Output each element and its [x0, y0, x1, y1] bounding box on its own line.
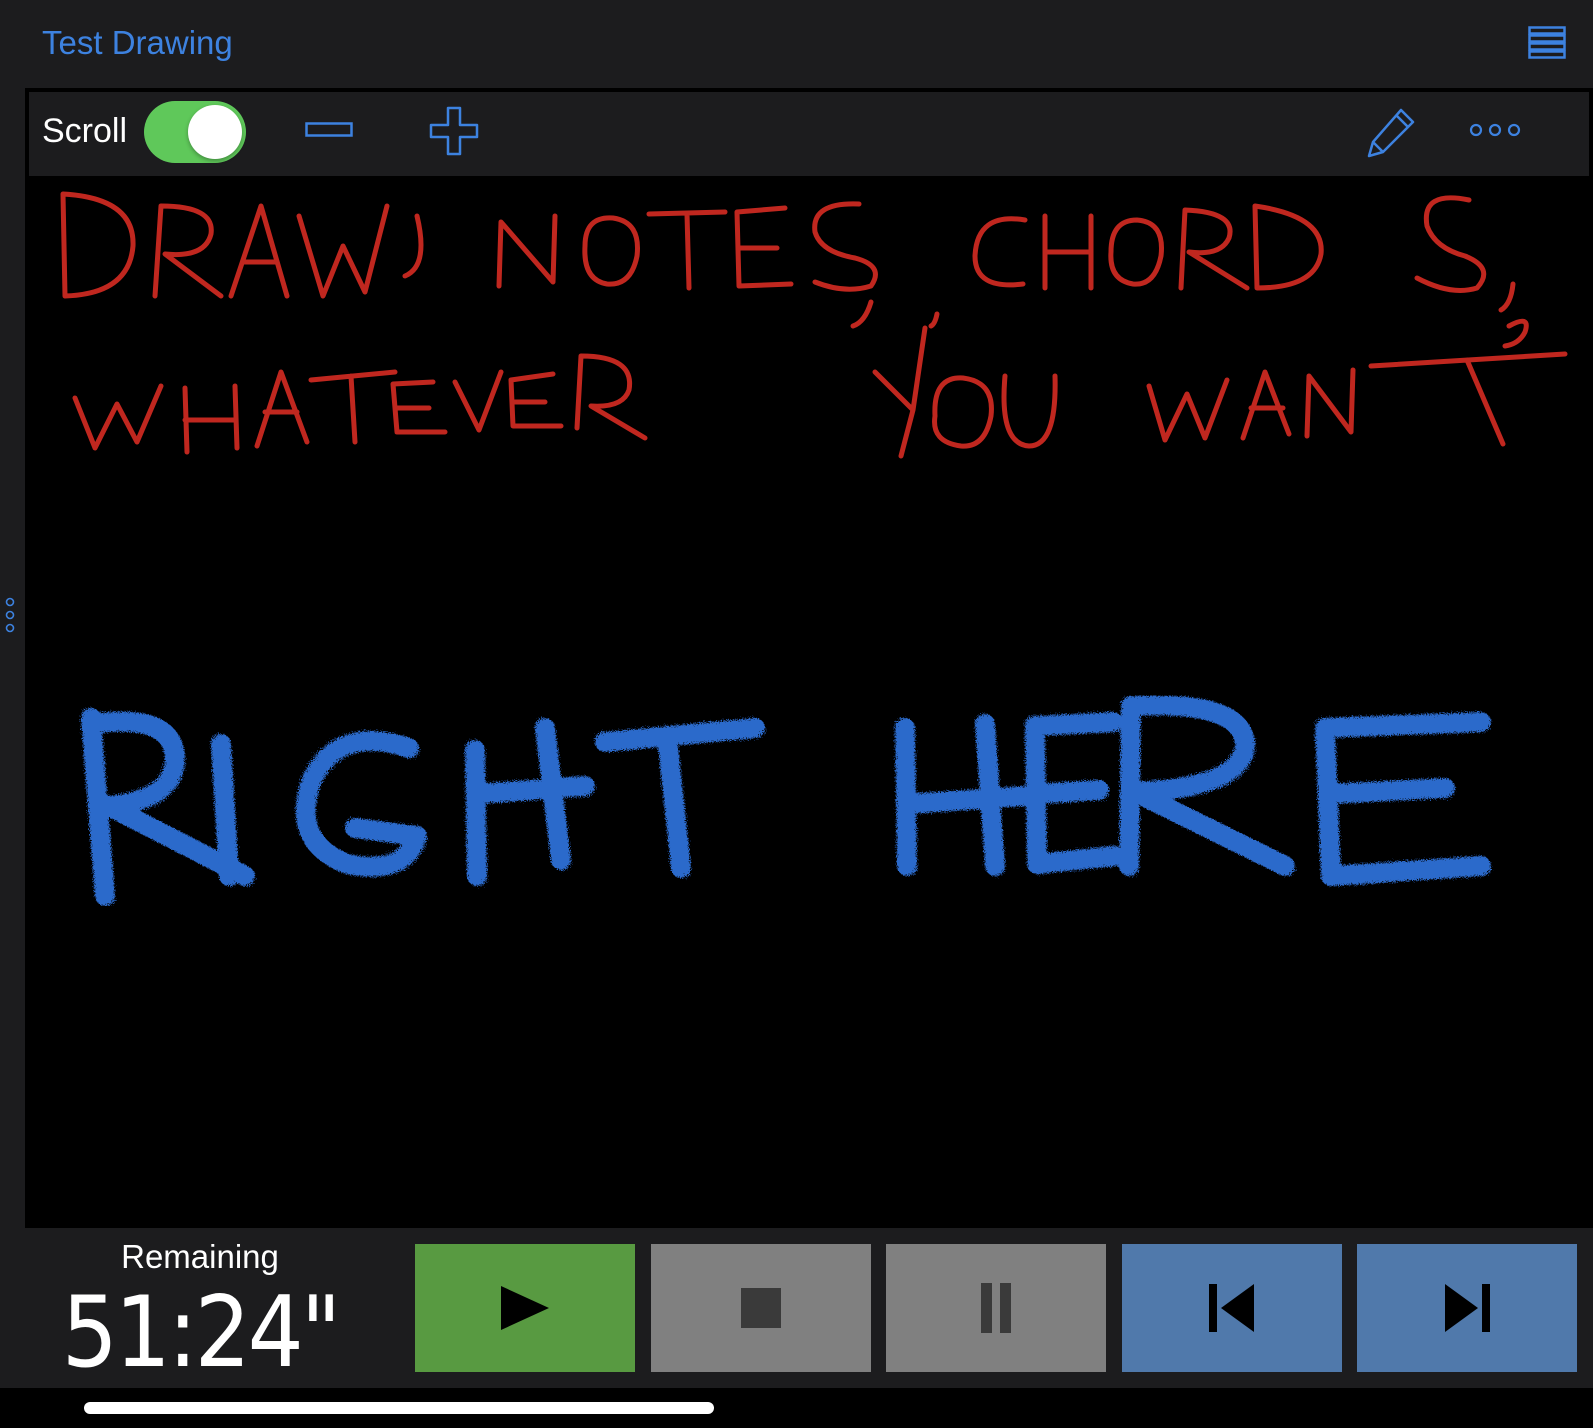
page-title[interactable]: Test Drawing — [42, 24, 233, 62]
previous-button[interactable] — [1122, 1244, 1342, 1372]
next-button[interactable] — [1357, 1244, 1577, 1372]
drawing-strokes — [60, 191, 1568, 906]
plus-icon[interactable] — [429, 106, 479, 156]
toggle-knob — [188, 105, 242, 159]
stop-button[interactable] — [651, 1244, 871, 1372]
minus-icon[interactable] — [305, 120, 353, 140]
pause-icon — [981, 1283, 1011, 1333]
scroll-label: Scroll — [42, 112, 128, 150]
skip-previous-icon — [1209, 1284, 1254, 1332]
stop-icon — [741, 1288, 781, 1328]
pencil-icon[interactable] — [1365, 106, 1417, 158]
drawing-toolbar: Scroll — [29, 92, 1589, 176]
drawing-canvas[interactable] — [25, 176, 1593, 1228]
side-panel-handle-icon[interactable] — [4, 596, 16, 636]
transport-bar: Remaining 51:24" — [0, 1228, 1593, 1390]
remaining-time: 51:24" — [61, 1276, 342, 1390]
more-icon[interactable] — [1469, 122, 1521, 138]
home-indicator[interactable] — [84, 1402, 714, 1414]
navigation-bar: Test Drawing — [0, 0, 1593, 88]
play-button[interactable] — [415, 1244, 635, 1372]
skip-next-icon — [1445, 1284, 1490, 1332]
scroll-toggle[interactable] — [144, 101, 246, 163]
play-icon — [501, 1286, 549, 1330]
list-icon[interactable] — [1528, 26, 1566, 60]
remaining-label: Remaining — [121, 1238, 279, 1275]
pause-button[interactable] — [886, 1244, 1106, 1372]
